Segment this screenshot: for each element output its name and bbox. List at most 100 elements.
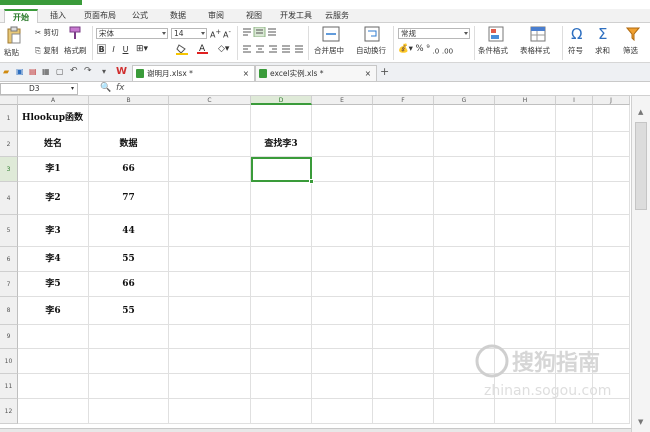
cell-d1[interactable] (251, 105, 312, 132)
cell-d10[interactable] (251, 349, 312, 374)
doc-tab-active[interactable]: 谢明月.xlsx * × (132, 65, 255, 81)
cell-c12[interactable] (169, 399, 251, 424)
table-style-label[interactable]: 表格样式 (520, 45, 550, 56)
copy-button[interactable]: ⎘ 复制 (35, 45, 58, 56)
column-header-j[interactable]: J (593, 96, 630, 105)
cell-f1[interactable] (373, 105, 434, 132)
cell-a11[interactable] (18, 374, 89, 399)
preview-icon[interactable]: ▢ (56, 67, 64, 76)
cell-a7[interactable]: 李5 (18, 272, 89, 297)
table-style-icon[interactable] (530, 26, 546, 42)
cell-j8[interactable] (593, 297, 630, 325)
column-header-b[interactable]: B (89, 96, 169, 105)
paste-icon[interactable] (6, 26, 22, 44)
tab-page-layout[interactable]: 页面布局 (78, 9, 122, 23)
cell-g6[interactable] (434, 247, 495, 272)
cell-e12[interactable] (312, 399, 373, 424)
cell-h6[interactable] (495, 247, 556, 272)
cell-c6[interactable] (169, 247, 251, 272)
row-header-8[interactable]: 8 (0, 297, 18, 325)
row-header-10[interactable]: 10 (0, 349, 18, 374)
symbol-label[interactable]: 符号 (568, 45, 583, 56)
conditional-format-label[interactable]: 条件格式 (478, 45, 508, 56)
cell-g2[interactable] (434, 132, 495, 157)
filter-label[interactable]: 筛选 (623, 45, 638, 56)
wrap-text-icon[interactable] (364, 26, 380, 42)
formula-input[interactable] (135, 83, 649, 95)
column-header-c[interactable]: C (169, 96, 251, 105)
cell-b6[interactable]: 55 (89, 247, 169, 272)
row-header-6[interactable]: 6 (0, 247, 18, 272)
cell-d7[interactable] (251, 272, 312, 297)
font-name-select[interactable]: 宋体 (96, 28, 168, 39)
cell-i4[interactable] (556, 182, 593, 215)
font-grow-button[interactable]: A+ (210, 28, 221, 40)
tab-cloud[interactable]: 云服务 (320, 9, 354, 23)
cell-g7[interactable] (434, 272, 495, 297)
fx-icon[interactable]: fx (116, 83, 125, 93)
cell-g1[interactable] (434, 105, 495, 132)
cell-c1[interactable] (169, 105, 251, 132)
cell-c5[interactable] (169, 215, 251, 247)
cell-b8[interactable]: 55 (89, 297, 169, 325)
cell-i5[interactable] (556, 215, 593, 247)
cell-a1[interactable]: Hlookup函数 (18, 105, 89, 132)
font-shrink-button[interactable]: A- (223, 28, 231, 40)
cell-j1[interactable] (593, 105, 630, 132)
cell-a6[interactable]: 李4 (18, 247, 89, 272)
cell-i6[interactable] (556, 247, 593, 272)
fill-color-icon[interactable] (176, 44, 190, 55)
cell-a10[interactable] (18, 349, 89, 374)
quick-access-menu-icon[interactable]: ▾ (102, 67, 106, 76)
vertical-align-icons[interactable] (242, 27, 284, 37)
cell-h8[interactable] (495, 297, 556, 325)
cell-f6[interactable] (373, 247, 434, 272)
cell-b10[interactable] (89, 349, 169, 374)
zoom-icon[interactable]: 🔍 (100, 83, 111, 93)
bold-button[interactable]: B (97, 44, 106, 54)
cell-f5[interactable] (373, 215, 434, 247)
cell-c7[interactable] (169, 272, 251, 297)
cell-f7[interactable] (373, 272, 434, 297)
cell-e4[interactable] (312, 182, 373, 215)
redo-icon[interactable]: ↷ (84, 66, 92, 76)
cell-b3[interactable]: 66 (89, 157, 169, 182)
cell-e3[interactable] (312, 157, 373, 182)
row-header-7[interactable]: 7 (0, 272, 18, 297)
tab-home[interactable]: 开始 (4, 9, 38, 23)
format-painter-label[interactable]: 格式刷 (64, 45, 87, 56)
merge-center-label[interactable]: 合并居中 (314, 45, 344, 56)
name-box[interactable]: D3 ▾ (0, 83, 78, 95)
save-icon[interactable]: ▣ (16, 67, 24, 76)
symbol-icon[interactable]: Ω (571, 25, 582, 43)
cell-j2[interactable] (593, 132, 630, 157)
number-format-select[interactable]: 常规 (398, 28, 470, 39)
cell-c9[interactable] (169, 325, 251, 349)
cell-h7[interactable] (495, 272, 556, 297)
cell-i2[interactable] (556, 132, 593, 157)
cell-d2[interactable]: 查找李3 (251, 132, 312, 157)
tab-view[interactable]: 视图 (240, 9, 268, 23)
cell-b4[interactable]: 77 (89, 182, 169, 215)
cell-g8[interactable] (434, 297, 495, 325)
tab-data[interactable]: 数据 (164, 9, 192, 23)
cell-f9[interactable] (373, 325, 434, 349)
cell-c4[interactable] (169, 182, 251, 215)
cell-e10[interactable] (312, 349, 373, 374)
cell-e6[interactable] (312, 247, 373, 272)
fill-handle[interactable] (309, 179, 314, 184)
row-header-4[interactable]: 4 (0, 182, 18, 215)
close-icon[interactable]: × (365, 66, 371, 81)
number-format-buttons[interactable]: 💰▾ % ⁹ .0 .00 (398, 44, 453, 56)
select-all-corner[interactable] (0, 96, 18, 105)
cell-i7[interactable] (556, 272, 593, 297)
tab-developer[interactable]: 开发工具 (276, 9, 316, 23)
cell-d8[interactable] (251, 297, 312, 325)
row-header-2[interactable]: 2 (0, 132, 18, 157)
open-folder-icon[interactable]: ▰ (3, 67, 9, 76)
cell-h5[interactable] (495, 215, 556, 247)
row-header-5[interactable]: 5 (0, 215, 18, 247)
cell-a9[interactable] (18, 325, 89, 349)
cell-a8[interactable]: 李6 (18, 297, 89, 325)
horizontal-align-icons[interactable] (242, 44, 304, 54)
